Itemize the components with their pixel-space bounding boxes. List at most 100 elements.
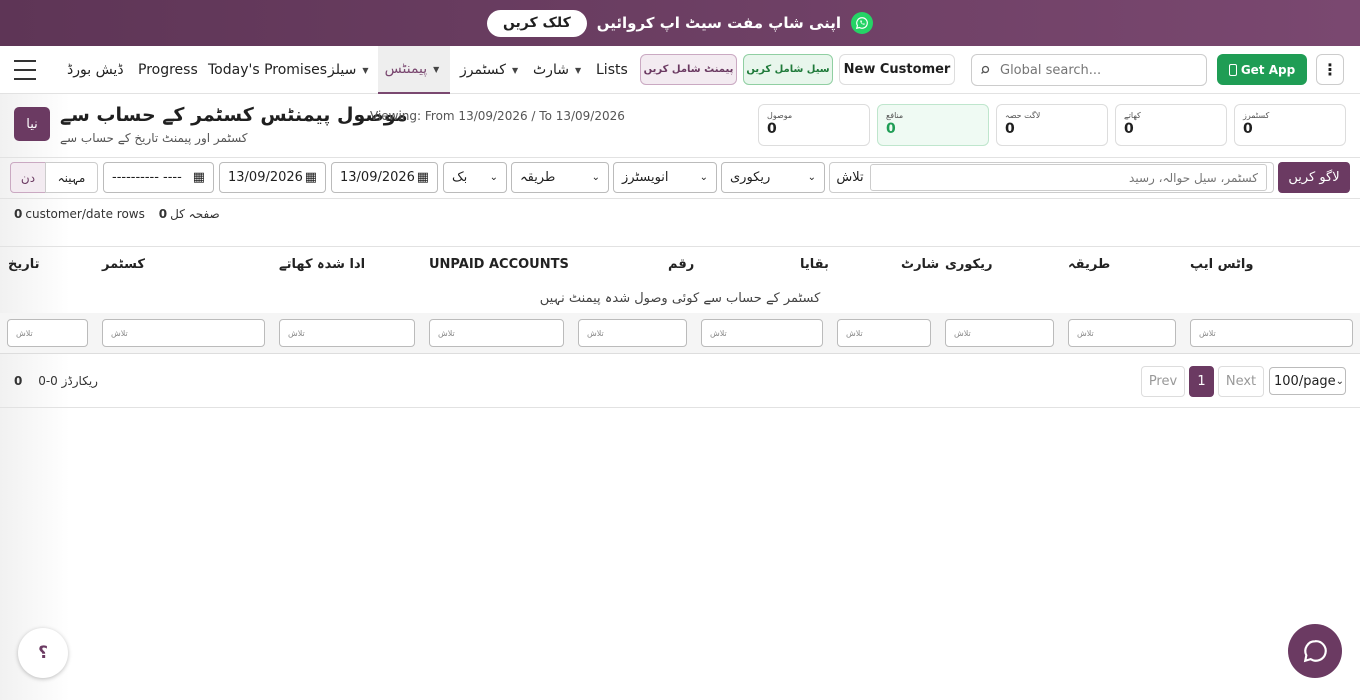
date-empty-field[interactable]: ---------- ---- ▦ [103, 162, 214, 193]
nav-sales[interactable]: سیلز ▼ [328, 46, 372, 94]
stat-customers: کسٹمرز 0 [1234, 104, 1346, 146]
calendar-icon: ▦ [416, 170, 429, 185]
filter-search-label: تلاش [836, 170, 864, 185]
stat-value: 0 [1243, 121, 1253, 137]
rows-count: 0 [14, 207, 23, 221]
period-day-toggle[interactable]: دن [10, 162, 46, 193]
total-count: 0 [158, 207, 168, 221]
column-filter-row: تلاش تلاش تلاش تلاش تلاش تلاش تلاش تلاش … [0, 313, 1360, 353]
top-navigation: ڈیش بورڈ Progress Today's Promises سیلز ▼… [0, 46, 1360, 94]
column-header-unpaid-accounts[interactable]: UNPAID ACCOUNTS [429, 257, 569, 272]
recovery-select[interactable]: ریکوری ⌄ [721, 162, 825, 193]
rows-label: customer/date rows [25, 207, 145, 221]
stat-label: لاگت حصہ [1005, 111, 1041, 120]
phone-icon [1228, 63, 1237, 76]
prev-page-button[interactable]: Prev [1141, 366, 1185, 397]
stat-label: موصول [767, 111, 793, 120]
column-header-whatsapp[interactable]: واٹس ایپ [1190, 257, 1253, 272]
help-button[interactable]: ؟ [18, 628, 68, 678]
column-header-amount[interactable]: رقم [668, 257, 694, 272]
new-customer-button[interactable]: New Customer [839, 54, 955, 85]
total-label: صفحہ کل [170, 207, 220, 221]
chat-button[interactable] [1288, 624, 1342, 678]
records-summary: 0 0-0 ریکارڈز [14, 374, 98, 388]
chevron-down-icon: ⌄ [699, 172, 708, 183]
investors-select[interactable]: انویسٹرز ⌄ [613, 162, 717, 193]
add-sale-button[interactable]: سیل شامل کریں [743, 54, 833, 85]
nav-progress[interactable]: Progress [138, 46, 198, 94]
column-filter-input[interactable]: تلاش [102, 319, 265, 347]
column-header-paid-accounts[interactable]: ادا شدہ کھاتے [279, 257, 365, 272]
column-filter-input[interactable]: تلاش [578, 319, 687, 347]
pagination: 0 0-0 ریکارڈز Prev 1 Next 100/page ⌄ [0, 354, 1360, 408]
stat-value: 0 [886, 121, 896, 137]
help-icon: ؟ [38, 643, 48, 663]
stat-accounts: کھاتے 0 [1115, 104, 1227, 146]
next-page-button[interactable]: Next [1218, 366, 1264, 397]
column-header-balance[interactable]: بقایا [800, 257, 829, 272]
calendar-icon: ▦ [192, 170, 205, 185]
more-options-icon[interactable]: ⋮ [1316, 54, 1344, 85]
nav-dashboard[interactable]: ڈیش بورڈ [67, 46, 124, 94]
banner-cta-button[interactable]: کلک کریں [486, 9, 587, 37]
stat-value: 0 [1005, 121, 1015, 137]
global-search-input[interactable] [1000, 62, 1200, 78]
date-from-field[interactable]: 13/09/2026 ▦ [219, 162, 326, 193]
nav-short[interactable]: شارٹ ▼ [533, 46, 585, 94]
column-filter-input[interactable]: تلاش [701, 319, 823, 347]
whatsapp-icon[interactable] [851, 12, 874, 34]
method-select[interactable]: طریقہ ⌄ [511, 162, 609, 193]
nav-customers[interactable]: کسٹمرز ▼ [460, 46, 522, 94]
promo-banner: کلک کریں اپنی شاپ مفت سیٹ اپ کروائیں [0, 0, 1360, 46]
menu-icon[interactable] [14, 60, 36, 80]
search-icon [981, 65, 990, 74]
column-filter-input[interactable]: تلاش [837, 319, 931, 347]
nav-todays-promises[interactable]: Today's Promises [208, 46, 327, 94]
column-filter-input[interactable]: تلاش [945, 319, 1054, 347]
get-app-button[interactable]: Get App [1217, 54, 1307, 85]
nav-label: شارٹ [533, 62, 569, 78]
stat-label: کھاتے [1124, 111, 1141, 120]
column-filter-input[interactable]: تلاش [1068, 319, 1176, 347]
new-button[interactable]: نیا [14, 107, 50, 141]
viewing-range: Viewing: From 13/09/2026 / To 13/09/2026 [370, 109, 625, 123]
per-page-value: 100/page [1274, 373, 1336, 389]
chevron-down-icon: ▼ [511, 65, 519, 75]
stat-received: موصول 0 [758, 104, 870, 146]
column-header-recovery[interactable]: ریکوری [945, 257, 992, 272]
nav-lists[interactable]: Lists [596, 46, 628, 94]
column-filter-input[interactable]: تلاش [429, 319, 564, 347]
filter-search-input[interactable] [870, 164, 1267, 191]
global-search[interactable] [971, 54, 1207, 86]
payments-table: تاریخ کسٹمر ادا شدہ کھاتے UNPAID ACCOUNT… [0, 246, 1360, 354]
nav-label: Lists [596, 62, 628, 78]
column-header-short[interactable]: شارٹ [901, 257, 939, 272]
column-header-date[interactable]: تاریخ [8, 257, 40, 272]
column-filter-input[interactable]: تلاش [1190, 319, 1353, 347]
add-payment-button[interactable]: پیمنٹ شامل کریں [640, 54, 737, 85]
records-label: 0-0 ریکارڈز [38, 374, 98, 388]
date-to-field[interactable]: 13/09/2026 ▦ [331, 162, 438, 193]
calendar-icon: ▦ [304, 170, 317, 185]
get-app-label: Get App [1240, 62, 1296, 77]
chevron-down-icon: ▼ [574, 65, 582, 75]
column-filter-input[interactable]: تلاش [7, 319, 88, 347]
banner-message: اپنی شاپ مفت سیٹ اپ کروائیں [596, 14, 842, 32]
column-header-customer[interactable]: کسٹمر [102, 257, 145, 272]
nav-label: Progress [138, 62, 198, 78]
select-value: بک [452, 170, 468, 185]
chevron-down-icon: ⌄ [591, 172, 600, 183]
period-month-toggle[interactable]: مہینہ [45, 162, 98, 193]
bank-select[interactable]: بک ⌄ [443, 162, 507, 193]
per-page-select[interactable]: 100/page ⌄ [1269, 367, 1346, 395]
select-value: طریقہ [520, 170, 556, 185]
nav-label: کسٹمرز [460, 62, 506, 78]
nav-payments[interactable]: پیمنٹس ▼ [378, 46, 450, 94]
nav-label: ڈیش بورڈ [67, 62, 124, 78]
stat-value: 0 [1124, 121, 1134, 137]
apply-filters-button[interactable]: لاگو کریں [1278, 162, 1350, 193]
column-filter-input[interactable]: تلاش [279, 319, 415, 347]
column-header-method[interactable]: طریقہ [1068, 257, 1110, 272]
filter-bar: دن مہینہ ---------- ---- ▦ 13/09/2026 ▦ 13… [0, 157, 1360, 199]
page-1-button[interactable]: 1 [1189, 366, 1214, 397]
